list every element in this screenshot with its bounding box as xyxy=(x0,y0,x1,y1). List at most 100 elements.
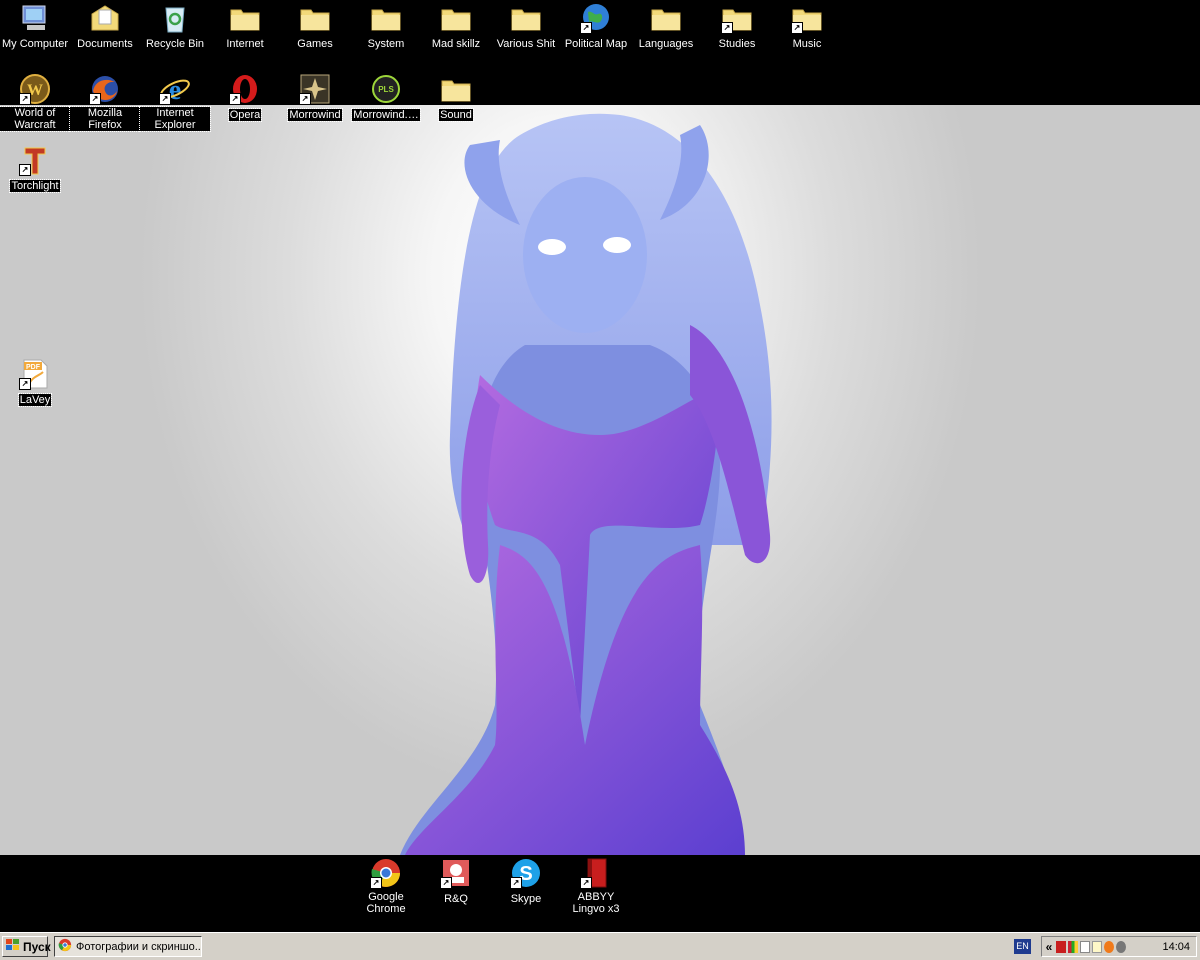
desktop-icon-rq[interactable]: ↗ R&Q xyxy=(421,857,491,907)
desktop-icon-label: ABBYY Lingvo x3 xyxy=(572,891,620,915)
taskbar-button-label: Фотографии и скриншо... xyxy=(76,940,202,953)
pls-icon: PLS xyxy=(370,73,402,105)
desktop-icon-mozilla-firefox[interactable]: ↗ Mozilla Firefox xyxy=(69,73,141,133)
chrome-icon xyxy=(58,938,72,955)
firefox-icon: ↗ xyxy=(89,73,121,105)
recycle-bin-icon xyxy=(159,2,191,34)
shortcut-arrow-icon: ↗ xyxy=(89,93,101,105)
desktop-icon-abbyy-lingvo[interactable]: ↗ ABBYY Lingvo x3 xyxy=(561,857,631,917)
clock[interactable]: 14:04 xyxy=(1162,941,1190,953)
desktop-icon-label: Morrowind.… xyxy=(351,108,421,122)
desktop-icon-label: Games xyxy=(297,38,333,50)
desktop-icon-label: Languages xyxy=(638,38,694,50)
desktop-icon-label: Mozilla Firefox xyxy=(69,106,141,132)
desktop-icon-label: LaVey xyxy=(17,393,53,407)
folder-icon xyxy=(299,2,331,34)
system-tray: « 14:04 xyxy=(1041,936,1197,957)
desktop-icon-documents[interactable]: Documents xyxy=(70,2,140,52)
desktop-icon-label: Skype xyxy=(510,893,542,905)
desktop-icon-music[interactable]: ↗ Music xyxy=(772,2,842,52)
lingvo-tray-icon[interactable] xyxy=(1056,940,1066,953)
desktop-icon-world-of-warcraft[interactable]: W ↗ World of Warcraft xyxy=(0,73,71,133)
desktop-icon-games[interactable]: Games xyxy=(280,2,350,52)
folder-icon xyxy=(510,2,542,34)
opera-icon: ↗ xyxy=(229,73,261,105)
shortcut-arrow-icon: ↗ xyxy=(510,877,522,889)
note-tray-icon[interactable] xyxy=(1092,940,1102,953)
shortcut-arrow-icon: ↗ xyxy=(791,22,803,34)
shortcut-arrow-icon: ↗ xyxy=(19,164,31,176)
desktop-icon-label: Political Map xyxy=(564,38,628,50)
rq-icon: ↗ xyxy=(440,857,472,889)
morrowind-icon: ↗ xyxy=(299,73,331,105)
windows-logo-icon xyxy=(6,939,20,954)
desktop-icon-label: Torchlight xyxy=(9,179,61,193)
desktop-icon-recycle-bin[interactable]: Recycle Bin xyxy=(140,2,210,52)
folder-icon xyxy=(650,2,682,34)
computer-icon xyxy=(19,2,51,34)
taskbar: Пуск Фотографии и скриншо... EN « 14:04 xyxy=(0,932,1200,960)
desktop-icon-studies[interactable]: ↗ Studies xyxy=(702,2,772,52)
desktop-icon-label: System xyxy=(367,38,405,50)
shortcut-arrow-icon: ↗ xyxy=(370,877,382,889)
language-indicator[interactable]: EN xyxy=(1014,939,1031,954)
desktop-icon-google-chrome[interactable]: ↗ Google Chrome xyxy=(351,857,421,917)
skype-icon: S ↗ xyxy=(510,857,542,889)
folder-icon: ↗ xyxy=(721,2,753,34)
desktop-icon-various[interactable]: Various Shit xyxy=(491,2,561,52)
start-button[interactable]: Пуск xyxy=(2,936,51,957)
svg-text:PLS: PLS xyxy=(378,85,394,94)
tray-expand-chevron[interactable]: « xyxy=(1042,940,1056,954)
desktop-icon-label: World of Warcraft xyxy=(0,106,71,132)
desktop-icon-torchlight[interactable]: ↗ Torchlight xyxy=(0,144,70,194)
grid-tray-icon[interactable] xyxy=(1068,940,1078,953)
desktop-icon-label: Music xyxy=(792,38,822,50)
wow-icon: W ↗ xyxy=(19,73,51,105)
svg-text:PDF: PDF xyxy=(26,364,41,371)
globe-icon: ↗ xyxy=(580,2,612,34)
desktop: My Computer Documents Recycle Bin Intern… xyxy=(0,0,1200,932)
folder-icon xyxy=(440,2,472,34)
ie-icon: e ↗ xyxy=(159,73,191,105)
window-tray-icon[interactable] xyxy=(1080,940,1090,953)
desktop-icon-sound[interactable]: Sound xyxy=(421,73,491,123)
desktop-icon-morrowind-pls[interactable]: PLS Morrowind.… xyxy=(351,73,421,123)
desktop-icon-label: Studies xyxy=(718,38,756,50)
desktop-icon-languages[interactable]: Languages xyxy=(631,2,701,52)
desktop-icon-morrowind[interactable]: ↗ Morrowind xyxy=(280,73,350,123)
folder-icon xyxy=(370,2,402,34)
start-label: Пуск xyxy=(23,939,51,954)
folder-icon xyxy=(440,73,472,105)
desktop-icon-label: Google Chrome xyxy=(366,891,406,915)
shortcut-arrow-icon: ↗ xyxy=(19,93,31,105)
pdf-icon: PDF ↗ xyxy=(19,358,51,390)
desktop-icon-opera[interactable]: ↗ Opera xyxy=(210,73,280,123)
volume-tray-icon[interactable] xyxy=(1116,940,1126,953)
taskbar-button-chrome[interactable]: Фотографии и скриншо... xyxy=(54,936,202,957)
desktop-icon-my-computer[interactable]: My Computer xyxy=(0,2,70,52)
desktop-icon-label: Various Shit xyxy=(496,38,556,50)
desktop-icon-mad-skillz[interactable]: Mad skillz xyxy=(421,2,491,52)
desktop-icon-internet-explorer[interactable]: e ↗ Internet Explorer xyxy=(139,73,211,133)
shortcut-arrow-icon: ↗ xyxy=(580,22,592,34)
documents-icon xyxy=(89,2,121,34)
shortcut-arrow-icon: ↗ xyxy=(721,22,733,34)
desktop-icon-lavey[interactable]: PDF ↗ LaVey xyxy=(0,358,70,408)
shortcut-arrow-icon: ↗ xyxy=(580,877,592,889)
shortcut-arrow-icon: ↗ xyxy=(299,93,311,105)
desktop-icon-system[interactable]: System xyxy=(351,2,421,52)
desktop-icon-political-map[interactable]: ↗ Political Map xyxy=(561,2,631,52)
shortcut-arrow-icon: ↗ xyxy=(159,93,171,105)
desktop-icon-internet[interactable]: Internet xyxy=(210,2,280,52)
desktop-icon-label: Recycle Bin xyxy=(145,38,205,50)
desktop-icon-label: Internet Explorer xyxy=(139,106,211,132)
wallpaper xyxy=(0,105,1200,855)
desktop-icon-label: Sound xyxy=(438,108,474,122)
folder-icon: ↗ xyxy=(791,2,823,34)
desktop-icon-label: Mad skillz xyxy=(431,38,481,50)
desktop-icon-label: Internet xyxy=(226,38,264,50)
desktop-icon-label: R&Q xyxy=(444,893,468,905)
desktop-icon-skype[interactable]: S ↗ Skype xyxy=(491,857,561,907)
avast-tray-icon[interactable] xyxy=(1104,940,1114,953)
chrome-icon: ↗ xyxy=(370,857,402,889)
